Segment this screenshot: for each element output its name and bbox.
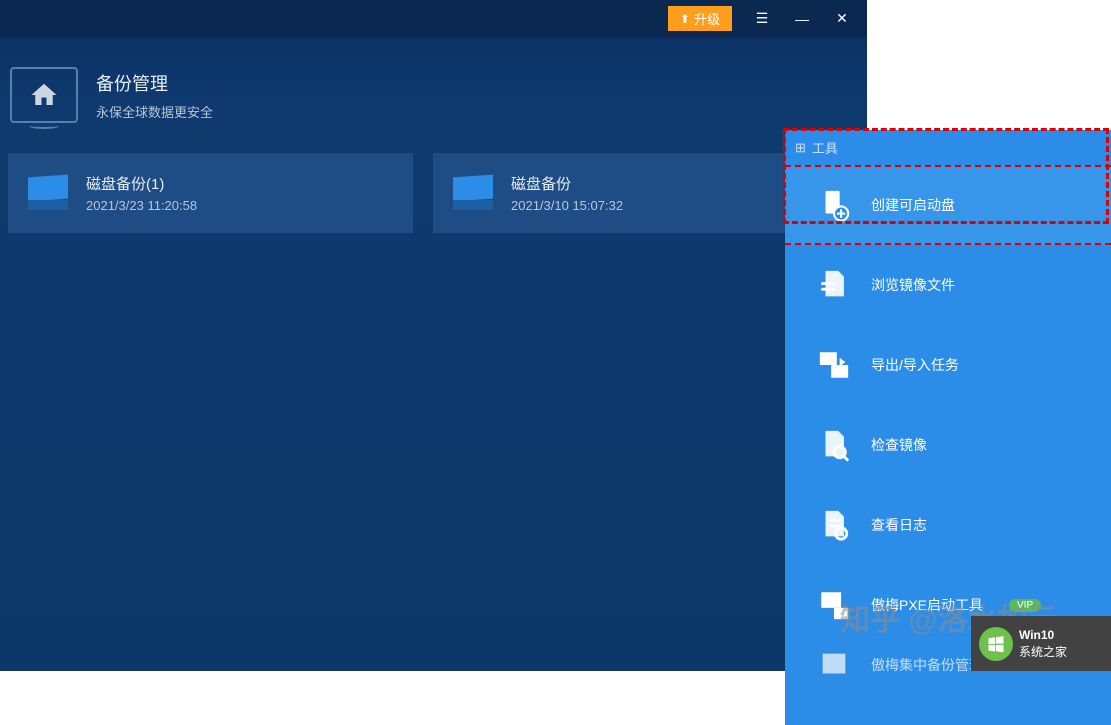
tool-export-import[interactable]: 导出/导入任务	[785, 325, 1111, 405]
disk-icon	[453, 176, 493, 210]
browse-icon	[817, 268, 851, 302]
disk-icon	[28, 176, 68, 210]
tool-label: 查看日志	[871, 515, 927, 535]
tool-label: 浏览镜像文件	[871, 275, 955, 295]
backup-title: 磁盘备份	[511, 173, 623, 194]
tool-label: 检查镜像	[871, 435, 927, 455]
tools-header: ⊞ 工具	[785, 130, 1111, 165]
backup-card[interactable]: 磁盘备份 2021/3/10 15:07:32	[433, 153, 838, 233]
badge-text: Win10 系统之家	[1019, 627, 1067, 661]
upgrade-label: 升级	[694, 9, 720, 28]
backup-title: 磁盘备份(1)	[86, 173, 197, 194]
file-search-icon	[817, 428, 851, 462]
app-window: ⬆ 升级 ☰ — ✕ 备份管理 永保全球数据更安全 磁盘备份(1) 2021/3…	[0, 0, 867, 671]
pxe-icon	[817, 588, 851, 622]
titlebar: ⬆ 升级 ☰ — ✕	[0, 0, 867, 37]
page-subtitle: 永保全球数据更安全	[96, 102, 213, 121]
windows-logo-icon	[979, 627, 1013, 661]
menu-icon[interactable]: ☰	[752, 10, 772, 27]
house-icon	[27, 80, 61, 110]
close-icon[interactable]: ✕	[832, 10, 852, 27]
tool-view-logs[interactable]: 查看日志	[785, 485, 1111, 565]
tool-label: 创建可启动盘	[871, 195, 955, 215]
tool-label: 傲梅PXE启动工具	[871, 595, 983, 615]
page-header: 备份管理 永保全球数据更安全	[0, 37, 867, 153]
manage-icon	[817, 648, 851, 682]
upload-icon: ⬆	[680, 12, 690, 26]
tool-label: 导出/导入任务	[871, 355, 959, 375]
home-icon[interactable]	[10, 67, 78, 123]
site-badge[interactable]: Win10 系统之家	[971, 616, 1111, 671]
transfer-icon	[817, 348, 851, 382]
upgrade-button[interactable]: ⬆ 升级	[668, 6, 732, 31]
tool-browse-image[interactable]: 浏览镜像文件	[785, 245, 1111, 325]
tool-create-bootable[interactable]: 创建可启动盘	[785, 165, 1111, 245]
vip-badge: VIP	[1009, 599, 1041, 612]
tool-label: 傲梅集中备份管理	[871, 655, 983, 675]
usb-plus-icon	[817, 188, 851, 222]
minimize-icon[interactable]: —	[792, 11, 812, 27]
grid-icon: ⊞	[795, 140, 806, 156]
tool-check-image[interactable]: 检查镜像	[785, 405, 1111, 485]
backup-date: 2021/3/10 15:07:32	[511, 198, 623, 213]
backup-card[interactable]: 磁盘备份(1) 2021/3/23 11:20:58	[8, 153, 413, 233]
backup-list: 磁盘备份(1) 2021/3/23 11:20:58 磁盘备份 2021/3/1…	[0, 153, 867, 233]
log-icon	[817, 508, 851, 542]
page-title: 备份管理	[96, 70, 213, 96]
backup-date: 2021/3/23 11:20:58	[86, 198, 197, 213]
